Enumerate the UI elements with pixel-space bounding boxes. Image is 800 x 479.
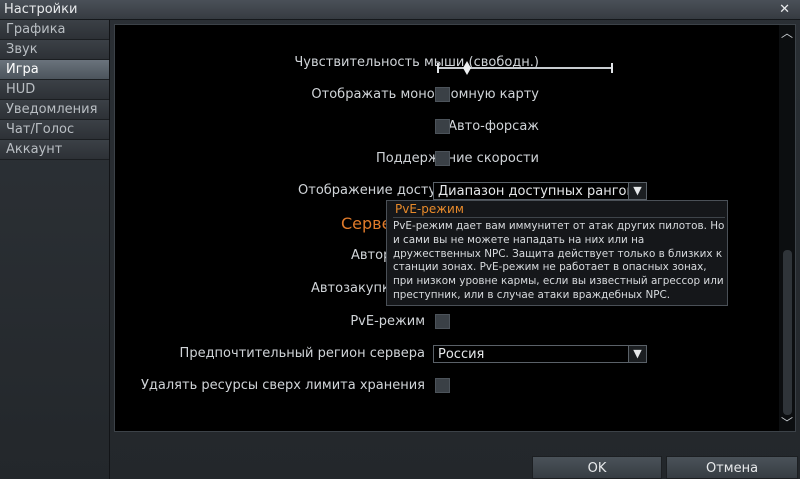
speed-hold-checkbox[interactable] [435,151,450,166]
slider-max-tick [611,63,613,73]
server-section-title: Серве [341,214,392,233]
auto-boost-checkbox[interactable] [435,119,450,134]
ok-button[interactable]: OK [532,456,662,479]
settings-window: Настройки ✕ Графика Звук Игра HUD Уведом… [0,0,800,479]
settings-sidebar: Графика Звук Игра HUD Уведомления Чат/Го… [0,20,110,479]
cancel-button[interactable]: Отмена [666,456,798,479]
server-region-value: Россия [438,347,485,362]
monochrome-map-label: Отображать монохромную карту [311,87,539,102]
close-icon[interactable]: ✕ [779,2,790,17]
chevron-down-icon: ▼ [628,346,646,362]
tooltip-title: PvE-режим [395,202,464,216]
title-bar: Настройки ✕ [0,0,800,20]
module-availability-value: Диапазон доступных рангов [438,184,635,199]
chevron-up-icon[interactable]: ︿ [781,27,793,39]
pve-mode-checkbox[interactable] [435,314,450,329]
server-region-select[interactable]: Россия ▼ [433,345,647,363]
module-availability-select[interactable]: Диапазон доступных рангов ▼ [433,182,647,200]
server-region-label: Предпочтительный регион сервера [179,346,425,361]
mouse-sensitivity-slider[interactable] [437,61,613,75]
speed-hold-label: Поддержание скорости [375,151,539,166]
delete-resources-checkbox[interactable] [435,378,450,393]
auto-boost-label: Авто-форсаж [448,119,539,134]
tooltip-body: PvE-режим дает вам иммунитет от атак дру… [393,217,725,303]
chevron-down-icon: ▼ [628,183,646,199]
sidebar-item-sound[interactable]: Звук [0,40,109,60]
chevron-down-icon[interactable]: ﹀ [781,417,793,429]
scrollbar-thumb[interactable] [783,250,792,415]
vertical-scrollbar[interactable]: ︿ ﹀ [779,25,795,431]
slider-knob[interactable] [463,61,471,75]
sidebar-item-hud[interactable]: HUD [0,80,109,100]
monochrome-map-checkbox[interactable] [435,87,450,102]
sidebar-item-notifications[interactable]: Уведомления [0,100,109,120]
delete-resources-label: Удалять ресурсы сверх лимита хранения [140,378,425,393]
sidebar-item-account[interactable]: Аккаунт [0,140,109,160]
pve-mode-tooltip: PvE-режим PvE-режим дает вам иммунитет о… [386,200,728,306]
pve-mode-label: PvE-режим [350,314,425,329]
slider-min-tick [437,63,439,73]
window-title: Настройки [4,2,78,17]
sidebar-item-chat-voice[interactable]: Чат/Голос [0,120,109,140]
sidebar-item-graphics[interactable]: Графика [0,20,109,40]
sidebar-item-game[interactable]: Игра [0,60,109,80]
